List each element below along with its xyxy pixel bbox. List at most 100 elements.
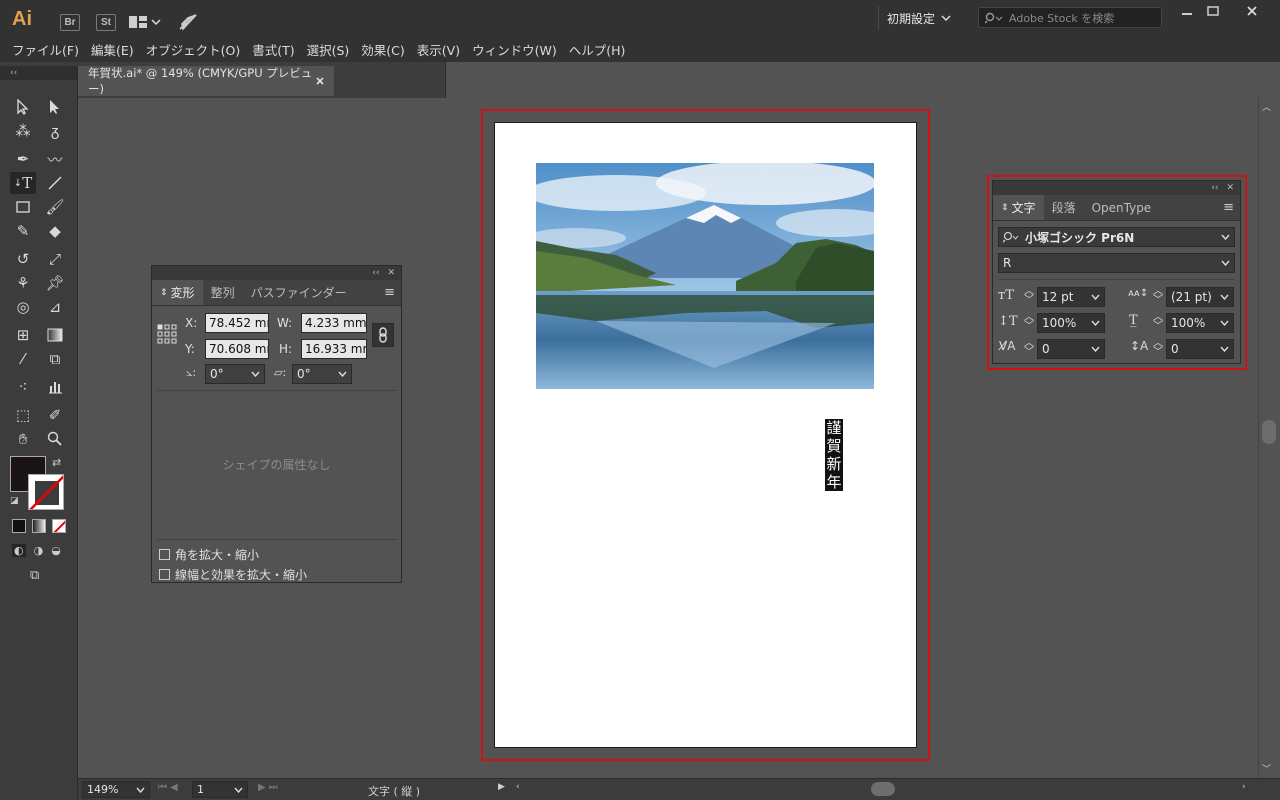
kerning-field[interactable]: 0 [1037,339,1105,359]
curvature-tool-icon[interactable]: 〰 [42,148,68,170]
gradient-mode-icon[interactable] [32,519,46,533]
arrange-documents-button[interactable] [128,13,164,31]
magic-wand-tool-icon[interactable]: ⁂ [10,120,36,142]
vertical-scale-field[interactable]: 100% [1037,313,1105,333]
maximize-button[interactable] [1196,0,1230,22]
none-mode-icon[interactable] [52,519,66,533]
mount-fuji-photo[interactable] [536,163,874,389]
gradient-tool-icon[interactable] [42,324,68,346]
shape-builder-tool-icon[interactable]: ◎ [10,296,36,318]
scroll-left-icon[interactable]: ‹ [516,782,520,792]
bridge-button[interactable]: Br [60,14,80,31]
slice-tool-icon[interactable]: ✐ [42,404,68,426]
vertical-scrollbar[interactable]: ︿ ﹀ [1258,98,1280,778]
line-tool-icon[interactable] [42,172,68,194]
tab-opentype[interactable]: OpenType [1084,195,1160,220]
menu-effect[interactable]: 効果(C) [355,40,410,59]
artboard-tool-icon[interactable]: ⬚ [10,404,36,426]
tracking-field[interactable]: 0 [1166,339,1234,359]
stock-button[interactable]: St [96,14,116,31]
stepper-icon[interactable]: ︿ ﹀ [1153,313,1163,332]
rectangle-tool-icon[interactable] [10,196,36,218]
scale-corners-checkbox[interactable] [159,549,170,560]
menu-type[interactable]: 書式(T) [246,40,300,59]
horizontal-scroll-thumb[interactable] [871,782,895,796]
stepper-icon[interactable]: ︿ ﹀ [1153,339,1163,358]
stepper-icon[interactable]: ︿ ﹀ [1024,339,1034,358]
greeting-vertical-text[interactable]: 謹 賀 新 年 [825,419,843,491]
tab-pathfinder[interactable]: パスファインダー [243,280,355,305]
tab-transform[interactable]: ⇕ 変形 [152,280,203,305]
shaper-tool-icon[interactable]: ✎ [10,220,36,242]
width-tool-icon[interactable]: ⚘ [10,272,36,294]
tab-character[interactable]: ⇕ 文字 [993,195,1044,220]
stock-search-input[interactable]: Adobe Stock を検索 [978,7,1162,28]
scale-strokes-checkbox[interactable] [159,569,170,580]
stepper-icon[interactable]: ︿ ﹀ [1153,287,1163,306]
vertical-scroll-thumb[interactable] [1262,420,1276,444]
toolbar-collapse-icon[interactable]: ‹‹ [0,66,77,80]
next-last-artboard-icon[interactable]: ▶⏭ [258,782,281,793]
width-field[interactable]: 4.233 mm [301,313,367,333]
perspective-grid-tool-icon[interactable]: ⊿ [42,296,68,318]
font-size-field[interactable]: 12 pt [1037,287,1105,307]
menu-object[interactable]: オブジェクト(O) [140,40,247,59]
blend-tool-icon[interactable]: ⧉ [42,348,68,370]
document-tab[interactable]: 年賀状.ai* @ 149% (CMYK/GPU プレビュー) [78,66,334,96]
menu-select[interactable]: 選択(S) [301,40,356,59]
close-panel-icon[interactable]: ✕ [387,268,395,278]
first-previous-artboard-icon[interactable]: ⏮◀ [158,782,181,793]
eyedropper-tool-icon[interactable]: ⁄ [10,348,36,370]
selection-tool-icon[interactable] [10,96,36,118]
scale-strokes-option[interactable]: 線幅と効果を拡大・縮小 [159,566,307,583]
zoom-level-field[interactable]: 149% [82,781,150,798]
close-panel-icon[interactable]: ✕ [1226,183,1234,193]
menu-edit[interactable]: 編集(E) [85,40,140,59]
x-position-field[interactable]: 78.452 mm [205,313,269,333]
workspace-switcher[interactable]: 初期設定 [878,6,959,30]
draw-behind-icon[interactable]: ◑ [34,544,44,557]
scroll-up-icon[interactable]: ︿ [1262,100,1271,113]
draw-inside-icon[interactable]: ◒ [51,544,61,557]
constrain-proportions-button[interactable] [372,323,394,347]
horizontal-scale-field[interactable]: 100% [1166,313,1234,333]
draw-normal-icon[interactable]: ◐ [12,544,26,557]
scroll-down-icon[interactable]: ﹀ [1262,762,1271,775]
stepper-icon[interactable]: ︿ ﹀ [1024,313,1034,332]
close-button[interactable] [1232,0,1272,22]
zoom-tool-icon[interactable] [42,428,68,450]
reference-point-icon[interactable] [157,324,177,347]
tab-paragraph[interactable]: 段落 [1044,195,1084,220]
tab-align[interactable]: 整列 [203,280,243,305]
rotate-field[interactable]: 0° [205,364,265,384]
y-position-field[interactable]: 70.608 mm [205,339,269,359]
swap-fill-stroke-icon[interactable]: ⇄ [52,456,61,469]
color-mode-icon[interactable] [12,519,26,533]
mesh-tool-icon[interactable]: ⊞ [10,324,36,346]
symbol-sprayer-tool-icon[interactable]: ⁖ [10,376,36,398]
close-tab-icon[interactable] [315,76,324,86]
pen-tool-icon[interactable]: ✒ [10,148,36,170]
puppet-warp-tool-icon[interactable]: 📌︎ [42,272,68,294]
artboard-number-field[interactable]: 1 [192,781,248,798]
vertical-type-tool-icon[interactable]: ↓ T [10,172,36,194]
menu-view[interactable]: 表示(V) [411,40,466,59]
leading-field[interactable]: (21 pt) [1166,287,1234,307]
gpu-performance-button[interactable] [178,12,198,35]
panel-menu-icon[interactable]: ≡ [1223,195,1240,220]
screen-mode-icon[interactable]: ⧉ [30,568,39,583]
hand-tool-icon[interactable]: ✋︎ [10,428,36,450]
font-family-field[interactable]: 小塚ゴシック Pr6N [998,227,1235,247]
menu-help[interactable]: ヘルプ(H) [563,40,632,59]
stepper-icon[interactable]: ︿ ﹀ [1024,287,1034,306]
lasso-tool-icon[interactable]: ᵹ [42,120,68,142]
paintbrush-tool-icon[interactable]: 🖌︎ [42,196,68,218]
scale-corners-option[interactable]: 角を拡大・縮小 [159,546,259,563]
collapse-panel-icon[interactable]: ‹‹ [372,268,379,278]
scroll-right-icon[interactable]: › [1242,782,1246,792]
menu-window[interactable]: ウィンドウ(W) [466,40,563,59]
height-field[interactable]: 16.933 mm [301,339,367,359]
menu-file[interactable]: ファイル(F) [6,40,85,59]
collapse-panel-icon[interactable]: ‹‹ [1211,183,1218,193]
shear-field[interactable]: 0° [292,364,352,384]
